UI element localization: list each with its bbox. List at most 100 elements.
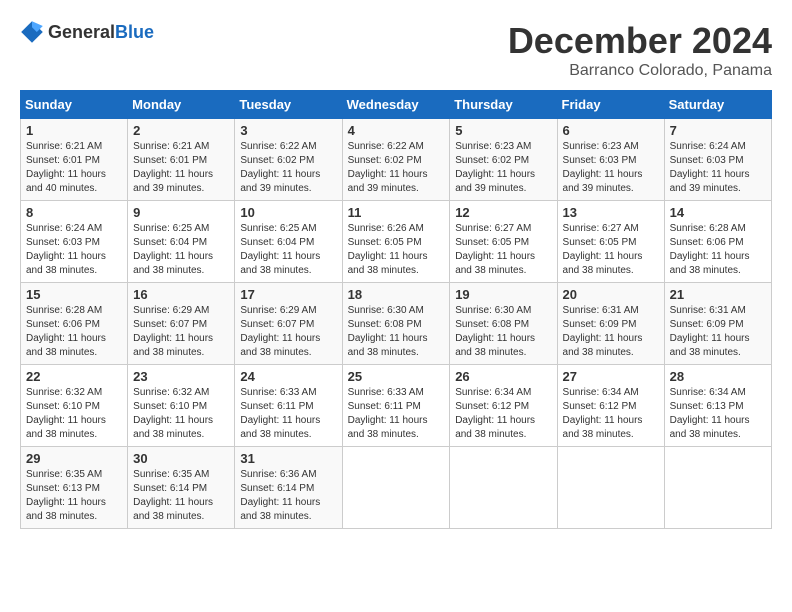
calendar-cell: 13Sunrise: 6:27 AM Sunset: 6:05 PM Dayli… bbox=[557, 201, 664, 283]
calendar-cell: 21 Sunrise: 6:31 AM Sunset: 6:09 PM Dayli… bbox=[664, 283, 771, 365]
calendar-week-row: 29Sunrise: 6:35 AM Sunset: 6:13 PM Dayli… bbox=[21, 447, 772, 529]
calendar-cell: 28 Sunrise: 6:34 AM Sunset: 6:13 PM Dayli… bbox=[664, 365, 771, 447]
day-info: Sunrise: 6:32 AM Sunset: 6:10 PM Dayligh… bbox=[133, 386, 229, 442]
logo: GeneralBlue bbox=[20, 20, 154, 44]
day-number: 7 bbox=[670, 123, 766, 138]
day-number: 18 bbox=[348, 287, 445, 302]
calendar-cell: 15 Sunrise: 6:28 AM Sunset: 6:06 PM Dayli… bbox=[21, 283, 128, 365]
day-info: Sunrise: 6:34 AM Sunset: 6:13 PM Dayligh… bbox=[670, 386, 766, 442]
calendar-header-row: SundayMondayTuesdayWednesdayThursdayFrid… bbox=[21, 91, 772, 119]
calendar-cell bbox=[664, 447, 771, 529]
day-info: Sunrise: 6:34 AM Sunset: 6:12 PM Dayligh… bbox=[455, 386, 551, 442]
day-info: Sunrise: 6:27 AM Sunset: 6:05 PM Dayligh… bbox=[455, 222, 551, 278]
day-number: 5 bbox=[455, 123, 551, 138]
calendar-day-header: Sunday bbox=[21, 91, 128, 119]
calendar-cell: 31 Sunrise: 6:36 AM Sunset: 6:14 PM Dayli… bbox=[235, 447, 342, 529]
calendar-cell bbox=[450, 447, 557, 529]
day-number: 2 bbox=[133, 123, 229, 138]
day-number: 11 bbox=[348, 205, 445, 220]
calendar-cell: 23 Sunrise: 6:32 AM Sunset: 6:10 PM Dayli… bbox=[128, 365, 235, 447]
calendar-cell: 24Sunrise: 6:33 AM Sunset: 6:11 PM Dayli… bbox=[235, 365, 342, 447]
day-number: 19 bbox=[455, 287, 551, 302]
day-info: Sunrise: 6:29 AM Sunset: 6:07 PM Dayligh… bbox=[133, 304, 229, 360]
day-number: 31 bbox=[240, 451, 336, 466]
day-info: Sunrise: 6:28 AM Sunset: 6:06 PM Dayligh… bbox=[26, 304, 122, 360]
day-number: 26 bbox=[455, 369, 551, 384]
day-number: 8 bbox=[26, 205, 122, 220]
day-number: 15 bbox=[26, 287, 122, 302]
day-number: 22 bbox=[26, 369, 122, 384]
title-block: December 2024 Barranco Colorado, Panama bbox=[508, 20, 772, 80]
day-info: Sunrise: 6:22 AM Sunset: 6:02 PM Dayligh… bbox=[240, 140, 336, 196]
calendar-cell: 2 Sunrise: 6:21 AM Sunset: 6:01 PM Daylig… bbox=[128, 119, 235, 201]
calendar-cell: 16 Sunrise: 6:29 AM Sunset: 6:07 PM Dayli… bbox=[128, 283, 235, 365]
day-number: 29 bbox=[26, 451, 122, 466]
day-info: Sunrise: 6:25 AM Sunset: 6:04 PM Dayligh… bbox=[240, 222, 336, 278]
calendar-week-row: 15 Sunrise: 6:28 AM Sunset: 6:06 PM Dayli… bbox=[21, 283, 772, 365]
day-number: 14 bbox=[670, 205, 766, 220]
calendar-day-header: Saturday bbox=[664, 91, 771, 119]
day-info: Sunrise: 6:29 AM Sunset: 6:07 PM Dayligh… bbox=[240, 304, 336, 360]
calendar-cell: 27 Sunrise: 6:34 AM Sunset: 6:12 PM Dayli… bbox=[557, 365, 664, 447]
page-header: GeneralBlue December 2024 Barranco Color… bbox=[20, 20, 772, 80]
calendar-week-row: 1 Sunrise: 6:21 AM Sunset: 6:01 PM Daylig… bbox=[21, 119, 772, 201]
calendar-cell: 8Sunrise: 6:24 AM Sunset: 6:03 PM Daylig… bbox=[21, 201, 128, 283]
calendar-day-header: Friday bbox=[557, 91, 664, 119]
calendar-cell: 5Sunrise: 6:23 AM Sunset: 6:02 PM Daylig… bbox=[450, 119, 557, 201]
calendar-cell bbox=[342, 447, 450, 529]
day-info: Sunrise: 6:31 AM Sunset: 6:09 PM Dayligh… bbox=[670, 304, 766, 360]
day-number: 27 bbox=[563, 369, 659, 384]
day-number: 20 bbox=[563, 287, 659, 302]
day-info: Sunrise: 6:24 AM Sunset: 6:03 PM Dayligh… bbox=[670, 140, 766, 196]
calendar-cell: 3 Sunrise: 6:22 AM Sunset: 6:02 PM Daylig… bbox=[235, 119, 342, 201]
logo-icon bbox=[20, 20, 44, 44]
day-info: Sunrise: 6:25 AM Sunset: 6:04 PM Dayligh… bbox=[133, 222, 229, 278]
day-number: 12 bbox=[455, 205, 551, 220]
day-number: 23 bbox=[133, 369, 229, 384]
calendar-cell: 20Sunrise: 6:31 AM Sunset: 6:09 PM Dayli… bbox=[557, 283, 664, 365]
calendar-cell: 14Sunrise: 6:28 AM Sunset: 6:06 PM Dayli… bbox=[664, 201, 771, 283]
calendar-cell: 12 Sunrise: 6:27 AM Sunset: 6:05 PM Dayli… bbox=[450, 201, 557, 283]
day-info: Sunrise: 6:32 AM Sunset: 6:10 PM Dayligh… bbox=[26, 386, 122, 442]
day-number: 24 bbox=[240, 369, 336, 384]
calendar-cell: 25Sunrise: 6:33 AM Sunset: 6:11 PM Dayli… bbox=[342, 365, 450, 447]
calendar-day-header: Wednesday bbox=[342, 91, 450, 119]
calendar-day-header: Tuesday bbox=[235, 91, 342, 119]
day-number: 16 bbox=[133, 287, 229, 302]
calendar-location: Barranco Colorado, Panama bbox=[508, 62, 772, 80]
day-number: 21 bbox=[670, 287, 766, 302]
day-info: Sunrise: 6:22 AM Sunset: 6:02 PM Dayligh… bbox=[348, 140, 445, 196]
calendar-title: December 2024 bbox=[508, 20, 772, 62]
calendar-cell: 22 Sunrise: 6:32 AM Sunset: 6:10 PM Dayli… bbox=[21, 365, 128, 447]
day-number: 13 bbox=[563, 205, 659, 220]
day-info: Sunrise: 6:36 AM Sunset: 6:14 PM Dayligh… bbox=[240, 468, 336, 524]
day-number: 17 bbox=[240, 287, 336, 302]
calendar-cell: 26 Sunrise: 6:34 AM Sunset: 6:12 PM Dayli… bbox=[450, 365, 557, 447]
day-info: Sunrise: 6:21 AM Sunset: 6:01 PM Dayligh… bbox=[133, 140, 229, 196]
calendar-cell: 11Sunrise: 6:26 AM Sunset: 6:05 PM Dayli… bbox=[342, 201, 450, 283]
calendar-cell: 10 Sunrise: 6:25 AM Sunset: 6:04 PM Dayli… bbox=[235, 201, 342, 283]
logo-text-general: General bbox=[48, 22, 115, 42]
calendar-cell: 9 Sunrise: 6:25 AM Sunset: 6:04 PM Daylig… bbox=[128, 201, 235, 283]
day-info: Sunrise: 6:30 AM Sunset: 6:08 PM Dayligh… bbox=[455, 304, 551, 360]
day-number: 6 bbox=[563, 123, 659, 138]
day-number: 30 bbox=[133, 451, 229, 466]
calendar-week-row: 8Sunrise: 6:24 AM Sunset: 6:03 PM Daylig… bbox=[21, 201, 772, 283]
calendar-cell: 30 Sunrise: 6:35 AM Sunset: 6:14 PM Dayli… bbox=[128, 447, 235, 529]
calendar-cell: 4Sunrise: 6:22 AM Sunset: 6:02 PM Daylig… bbox=[342, 119, 450, 201]
logo-text-blue: Blue bbox=[115, 22, 154, 42]
day-number: 3 bbox=[240, 123, 336, 138]
calendar-cell: 18 Sunrise: 6:30 AM Sunset: 6:08 PM Dayli… bbox=[342, 283, 450, 365]
day-number: 25 bbox=[348, 369, 445, 384]
calendar-day-header: Monday bbox=[128, 91, 235, 119]
day-info: Sunrise: 6:23 AM Sunset: 6:03 PM Dayligh… bbox=[563, 140, 659, 196]
day-number: 1 bbox=[26, 123, 122, 138]
day-number: 28 bbox=[670, 369, 766, 384]
calendar-cell: 6 Sunrise: 6:23 AM Sunset: 6:03 PM Daylig… bbox=[557, 119, 664, 201]
day-info: Sunrise: 6:30 AM Sunset: 6:08 PM Dayligh… bbox=[348, 304, 445, 360]
day-number: 9 bbox=[133, 205, 229, 220]
day-info: Sunrise: 6:34 AM Sunset: 6:12 PM Dayligh… bbox=[563, 386, 659, 442]
day-number: 10 bbox=[240, 205, 336, 220]
day-info: Sunrise: 6:35 AM Sunset: 6:14 PM Dayligh… bbox=[133, 468, 229, 524]
calendar-cell: 29Sunrise: 6:35 AM Sunset: 6:13 PM Dayli… bbox=[21, 447, 128, 529]
